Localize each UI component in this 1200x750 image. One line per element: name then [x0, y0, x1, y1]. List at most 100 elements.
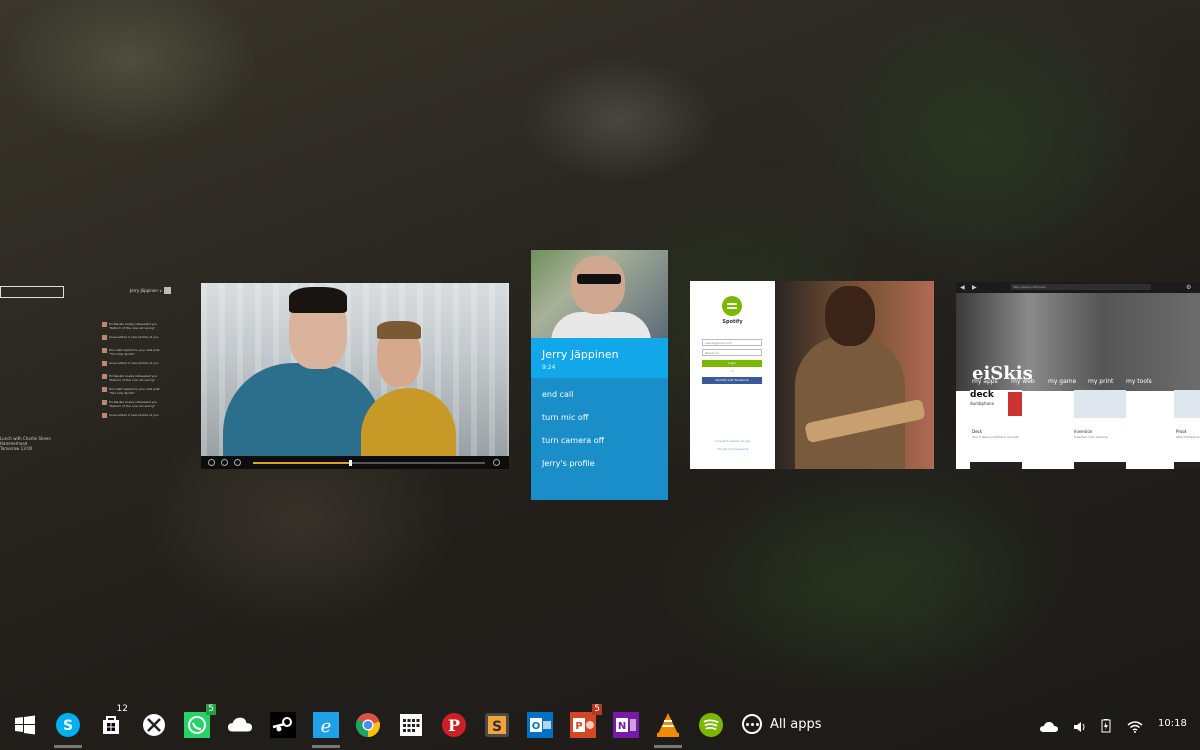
- whatsapp-icon: [184, 712, 210, 738]
- project-tile-deck[interactable]: deck dumbphone: [970, 390, 1022, 418]
- taskbar-app-xbox[interactable]: [141, 712, 167, 738]
- video-frame: [201, 283, 509, 458]
- taskbar-app-internet-explorer[interactable]: e: [312, 712, 340, 748]
- feed-item[interactable]: Ron Alait replied to your wall post "The…: [102, 387, 162, 397]
- svg-text:S: S: [63, 718, 73, 734]
- taskbar-app-calendar[interactable]: [398, 712, 424, 738]
- feed-item[interactable]: Ron Alait replied to your wall post "The…: [102, 348, 162, 358]
- avatar: [164, 287, 171, 294]
- all-apps-button[interactable]: All apps: [742, 714, 822, 734]
- project-tile-proot[interactable]: [1174, 390, 1200, 418]
- feed-thumbnail: [102, 387, 107, 392]
- video-controls: [201, 456, 509, 469]
- onedrive-tray-icon[interactable]: [1040, 718, 1058, 737]
- browser-window[interactable]: ◀ ▶ http://eiskis.net/tools/ ⚙ eiSkis my…: [956, 282, 1200, 469]
- taskbar-app-chrome[interactable]: [355, 712, 381, 738]
- feed-item[interactable]: Anne added 2 new photos of you: [102, 413, 162, 423]
- taskbar-app-powerpoint[interactable]: P 5: [570, 704, 602, 738]
- wallpaper-foliage: [640, 480, 1060, 700]
- internet-explorer-icon: e: [313, 712, 339, 738]
- svg-text:O: O: [532, 721, 541, 732]
- hero-image: [775, 281, 934, 469]
- forward-icon[interactable]: ▶: [972, 284, 977, 291]
- taskbar-app-vlc[interactable]: [654, 712, 682, 748]
- store-icon: [103, 716, 119, 734]
- feed-thumbnail: [102, 322, 107, 327]
- taskbar-app-sublime-text[interactable]: S: [484, 712, 510, 738]
- taskbar-app-skype[interactable]: S: [54, 712, 82, 748]
- spotify-logo-icon: [722, 296, 742, 316]
- taskbar-app-steam[interactable]: [270, 712, 296, 738]
- feed-thumbnail: [102, 335, 107, 340]
- battery-icon[interactable]: [1100, 718, 1112, 737]
- powerpoint-icon: P: [570, 712, 596, 738]
- fullscreen-icon[interactable]: [493, 459, 500, 466]
- skype-call-window[interactable]: Jerry Jäppinen 9:24 end call turn mic of…: [531, 250, 668, 500]
- taskbar-app-pinterest[interactable]: P: [441, 712, 467, 738]
- email-field[interactable]: eiskis@gmail.com: [702, 339, 762, 346]
- facebook-login-button[interactable]: Identify with Facebook: [702, 377, 762, 384]
- profile-link[interactable]: Jerry's profile: [542, 459, 595, 468]
- calendar-icon: [400, 714, 422, 736]
- rewind-icon[interactable]: [208, 459, 215, 466]
- steam-icon: [270, 712, 296, 738]
- seek-bar[interactable]: [253, 460, 485, 466]
- calendar-window[interactable]: Jerry Jäppinen ∨ Ed Renato Guzzy retweet…: [0, 280, 180, 460]
- nav-my-tools[interactable]: my tools: [1126, 378, 1152, 385]
- app-title: Spotify: [722, 319, 743, 325]
- spotify-window[interactable]: Spotify eiskis@gmail.com Password Login …: [690, 281, 934, 469]
- calendar-event[interactable]: Lunch with Charlie Sheen Hammerhead Tomo…: [0, 436, 51, 451]
- forward-icon[interactable]: [234, 459, 241, 466]
- feed-item[interactable]: Anne added 2 new photos of you: [102, 361, 162, 371]
- feed-item[interactable]: Ed Renato Guzzy retweeted you "Reform of…: [102, 374, 162, 384]
- forgot-password-link[interactable]: I forgot my password: [690, 447, 775, 451]
- project-tile-inversion[interactable]: [1074, 390, 1126, 418]
- chrome-icon: [355, 713, 380, 737]
- password-field[interactable]: Password: [702, 349, 762, 356]
- mic-toggle-button[interactable]: turn mic off: [542, 413, 588, 422]
- camera-toggle-button[interactable]: turn camera off: [542, 436, 604, 445]
- onenote-icon: N: [613, 712, 639, 738]
- clock[interactable]: 10:18: [1158, 718, 1187, 729]
- end-call-button[interactable]: end call: [542, 390, 573, 399]
- taskbar-app-onenote[interactable]: N: [613, 712, 639, 738]
- svg-text:S: S: [492, 719, 502, 735]
- seek-thumb[interactable]: [349, 460, 353, 466]
- nav-my-game[interactable]: my game: [1048, 378, 1076, 385]
- volume-icon[interactable]: [1073, 718, 1087, 737]
- video-player-window[interactable]: [201, 283, 509, 469]
- taskbar-app-spotify[interactable]: [698, 712, 724, 738]
- settings-icon[interactable]: ⚙: [1186, 284, 1191, 291]
- address-bar[interactable]: http://eiskis.net/tools/: [1011, 284, 1151, 290]
- seek-progress: [253, 462, 351, 464]
- feed-item[interactable]: Ed Renato Guzzy retweeted you "Reform of…: [102, 322, 162, 332]
- feed-thumbnail: [102, 374, 107, 379]
- xbox-icon: [143, 714, 165, 736]
- play-icon[interactable]: [221, 459, 228, 466]
- feed-item[interactable]: Ed Renato Guzzy retweeted you "Reform of…: [102, 400, 162, 410]
- more-icon: [742, 714, 762, 734]
- taskbar-app-whatsapp[interactable]: 5: [184, 704, 216, 738]
- nav-my-web[interactable]: my web: [1011, 378, 1035, 385]
- site-hero: eiSkis: [956, 293, 1200, 391]
- notification-badge: 12: [116, 704, 128, 714]
- taskbar-app-outlook[interactable]: O: [527, 712, 553, 738]
- wifi-icon[interactable]: [1127, 718, 1143, 737]
- notification-badge: 5: [592, 704, 602, 715]
- feed-thumbnail: [102, 361, 107, 366]
- login-button[interactable]: Login: [702, 360, 762, 367]
- back-icon[interactable]: ◀: [960, 284, 965, 291]
- spotify-icon: [699, 713, 723, 737]
- svg-text:P: P: [575, 721, 582, 732]
- contact-photo: [531, 250, 668, 342]
- taskbar-app-onedrive[interactable]: [227, 712, 253, 738]
- svg-text:N: N: [618, 721, 626, 732]
- taskbar-app-store[interactable]: 12: [98, 704, 128, 738]
- nav-my-apps[interactable]: my apps: [972, 378, 998, 385]
- start-button[interactable]: [12, 712, 38, 738]
- nav-my-print[interactable]: my print: [1088, 378, 1113, 385]
- call-header: Jerry Jäppinen 9:24: [531, 338, 668, 378]
- feed-item[interactable]: Anne added 2 new photos of you: [102, 335, 162, 345]
- search-box[interactable]: [0, 286, 64, 298]
- signup-link[interactable]: I haven't signed up yet: [690, 439, 775, 443]
